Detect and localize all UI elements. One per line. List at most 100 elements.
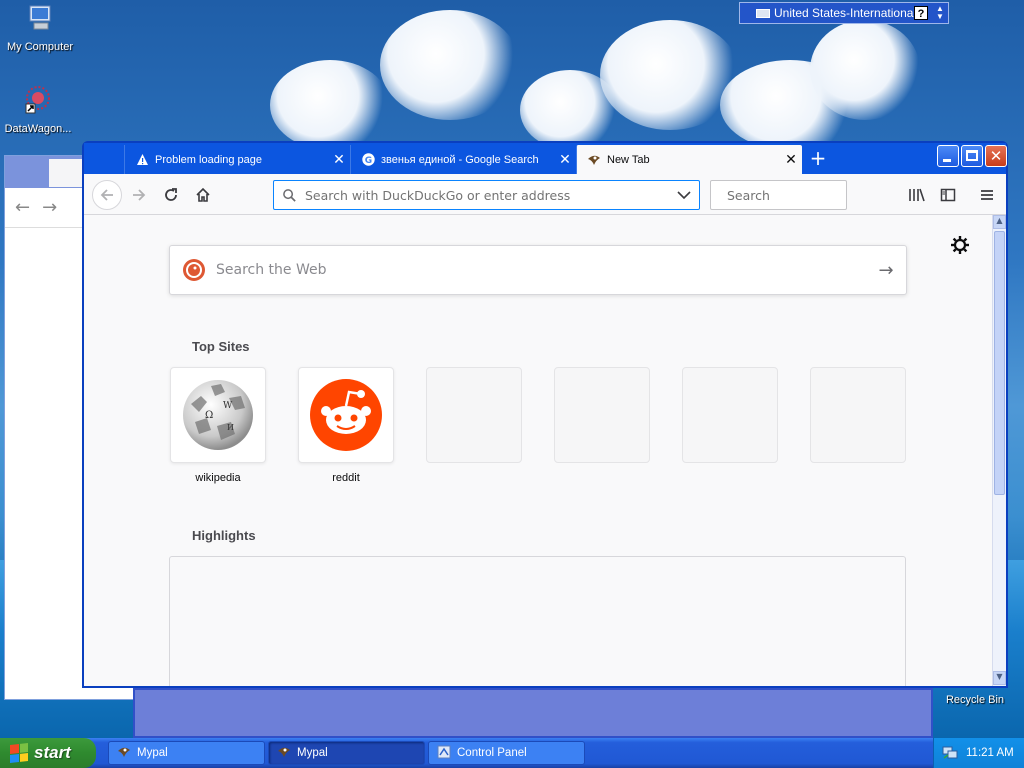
top-site-tile[interactable] <box>554 367 650 463</box>
top-site-tile[interactable] <box>682 367 778 463</box>
clock[interactable]: 11:21 AM <box>966 747 1014 759</box>
top-site-tile[interactable] <box>810 367 906 463</box>
taskbar-item-label: Mypal <box>137 747 168 759</box>
tab-google-search[interactable]: G звенья единой - Google Search ✕ <box>350 145 576 174</box>
web-search-box[interactable]: → <box>169 245 907 295</box>
search-input[interactable] <box>727 187 883 203</box>
forward-arrow-icon[interactable]: → <box>42 197 57 218</box>
tab-title: Problem loading page <box>155 153 263 166</box>
top-site-label: wikipedia <box>195 472 241 484</box>
tab-strip: Problem loading page ✕ G звенья единой -… <box>84 143 1007 174</box>
computer-icon <box>29 5 51 30</box>
close-window-button[interactable]: ✕ <box>985 145 1007 167</box>
chevron-down-icon[interactable] <box>669 187 699 203</box>
menu-button[interactable] <box>972 180 1002 210</box>
tab-new-tab[interactable]: New Tab ✕ <box>576 145 802 174</box>
new-tab-button[interactable]: + <box>806 147 830 171</box>
top-site-empty[interactable] <box>810 367 906 472</box>
minimize-button[interactable] <box>937 145 959 167</box>
taskbar-item-control-panel[interactable]: Control Panel <box>428 741 585 765</box>
keyboard-icon <box>756 8 770 18</box>
top-site-tile[interactable] <box>426 367 522 463</box>
cloud <box>810 20 920 120</box>
mypal-icon <box>277 745 291 761</box>
desktop-icon-datawagon[interactable]: DataWagon... <box>0 84 78 135</box>
home-button[interactable] <box>188 180 218 210</box>
address-bar[interactable] <box>273 180 700 210</box>
reddit-icon <box>310 379 382 451</box>
reload-icon <box>165 188 177 201</box>
language-options-icon[interactable]: ▲ ▼ <box>936 5 944 21</box>
tab-problem-loading[interactable]: Problem loading page ✕ <box>124 145 350 174</box>
mypal-icon <box>587 153 601 167</box>
address-input[interactable] <box>305 187 669 203</box>
taskbar-item-label: Control Panel <box>457 747 527 759</box>
nav-toolbar <box>84 174 1006 215</box>
desktop-icon-label: DataWagon... <box>4 123 72 135</box>
windows-logo-icon <box>10 743 28 763</box>
top-site-tile[interactable]: Ω W И <box>170 367 266 463</box>
hamburger-menu-icon <box>981 190 993 200</box>
search-bar[interactable] <box>710 180 883 210</box>
desktop-icon-recycle-bin[interactable]: Recycle Bin <box>935 694 1015 706</box>
reload-button[interactable] <box>156 180 186 210</box>
close-tab-icon[interactable]: ✕ <box>780 151 802 168</box>
library-button[interactable] <box>902 180 932 210</box>
language-bar[interactable]: United States-International ? ▲ ▼ <box>739 2 949 24</box>
new-tab-page: → Top Sites Ω W И wikipedia <box>84 215 992 686</box>
svg-text:W: W <box>223 401 233 411</box>
library-icon <box>909 188 925 202</box>
highlights-section <box>169 556 906 686</box>
help-icon[interactable]: ? <box>914 6 928 20</box>
tab-title: звенья единой - Google Search <box>381 153 539 166</box>
desktop-icon-my-computer[interactable]: My Computer <box>0 2 80 53</box>
top-site-empty[interactable] <box>426 367 522 472</box>
vertical-scrollbar[interactable]: ▲ ▼ <box>992 215 1006 686</box>
warning-icon <box>135 153 149 167</box>
background-window[interactable] <box>133 688 933 738</box>
highlights-title: Highlights <box>192 528 256 543</box>
top-site-label: reddit <box>332 472 360 484</box>
sidebar-icon <box>940 188 956 202</box>
taskbar-item-mypal-active[interactable]: Mypal <box>268 741 425 765</box>
svg-text:G: G <box>364 156 371 166</box>
taskbar: start Mypal Mypal Control Panel 11:21 AM <box>0 738 1024 768</box>
back-arrow-icon[interactable]: ← <box>15 197 30 218</box>
close-tab-icon[interactable]: ✕ <box>554 151 576 168</box>
browser-window[interactable]: Problem loading page ✕ G звенья единой -… <box>82 141 1008 688</box>
top-site-empty[interactable] <box>554 367 650 472</box>
top-sites-title: Top Sites <box>192 339 250 354</box>
start-label: start <box>34 743 71 762</box>
start-button[interactable]: start <box>0 738 96 768</box>
back-button[interactable] <box>92 180 122 210</box>
scrollbar-thumb[interactable] <box>994 231 1005 495</box>
arrow-right-icon[interactable]: → <box>866 260 906 281</box>
forward-button[interactable] <box>124 180 154 210</box>
duckduckgo-icon <box>183 259 205 281</box>
control-panel-icon <box>437 745 451 762</box>
google-icon: G <box>361 153 375 167</box>
datawagon-icon <box>25 86 50 114</box>
top-site-empty[interactable] <box>682 367 778 472</box>
gear-icon[interactable] <box>950 235 970 255</box>
svg-text:И: И <box>227 423 234 432</box>
sidebar-button[interactable] <box>933 180 963 210</box>
scroll-down-icon[interactable]: ▼ <box>993 671 1006 685</box>
network-icon[interactable] <box>942 744 958 763</box>
back-arrow-icon <box>100 189 113 201</box>
cloud <box>600 20 740 130</box>
taskbar-item-label: Mypal <box>297 747 328 759</box>
close-tab-icon[interactable]: ✕ <box>328 151 350 168</box>
top-site-reddit[interactable]: reddit <box>298 367 394 484</box>
scroll-up-icon[interactable]: ▲ <box>993 215 1006 229</box>
desktop-icon-label: My Computer <box>6 41 74 53</box>
top-site-wikipedia[interactable]: Ω W И wikipedia <box>170 367 266 484</box>
mypal-icon <box>117 745 131 761</box>
desktop-icon-label: Recycle Bin <box>945 694 1005 706</box>
maximize-button[interactable] <box>961 145 983 167</box>
tab-title: New Tab <box>607 153 650 166</box>
web-search-input[interactable] <box>216 262 866 278</box>
taskbar-item-mypal[interactable]: Mypal <box>108 741 265 765</box>
language-label: United States-International <box>774 6 917 20</box>
top-site-tile[interactable] <box>298 367 394 463</box>
